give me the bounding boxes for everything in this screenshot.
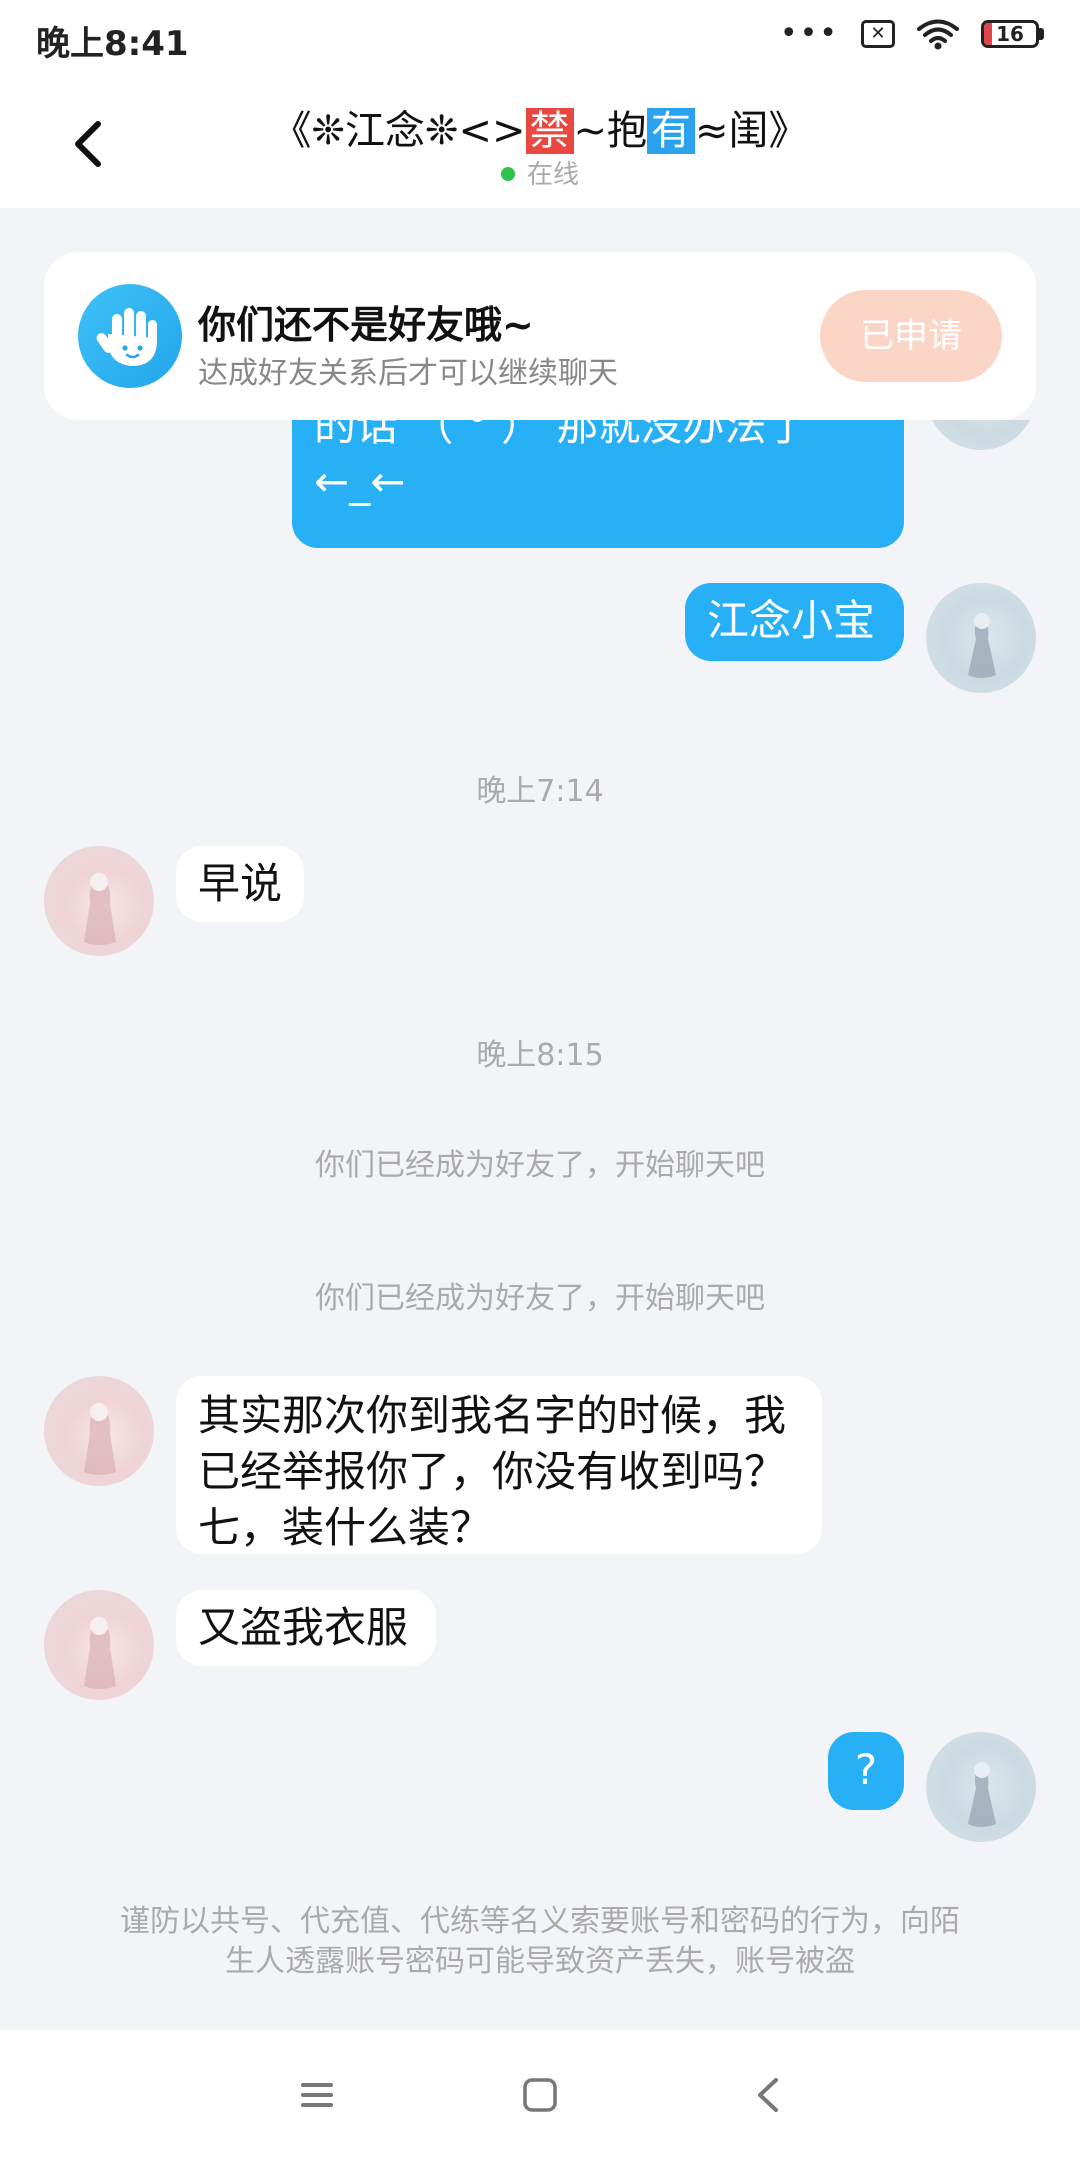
title-tag-blue: 有 [647,108,696,154]
friend-notice-card: 你们还不是好友哦~ 达成好友关系后才可以继续聊天 已申请 [44,252,1036,420]
my-avatar[interactable] [926,583,1036,693]
home-square-icon[interactable] [515,2070,565,2120]
waving-hand-icon [78,284,182,388]
chat-header: 《❊江念❊<> 禁 ~抱有 ≈闺》 在线 [0,80,1080,208]
message-text: 的话 （ ° ） 那就没办法了 [314,420,809,450]
title-middle: ~抱 [573,108,648,154]
chat-title[interactable]: 《❊江念❊<> 禁 ~抱有 ≈闺》 [200,98,880,156]
status-time: 晚上8:41 [36,24,189,64]
message-bubble-incoming[interactable]: 其实那次你到我名字的时候，我 已经举报你了，你没有收到吗？ 七，装什么装？ [176,1376,822,1554]
battery-level: 16 [996,22,1024,46]
my-avatar[interactable] [926,1732,1036,1842]
battery-icon: 16 [981,20,1044,48]
online-dot-icon [500,166,515,181]
no-sim-icon: ✕ [861,20,895,48]
wifi-icon [917,19,959,50]
my-avatar[interactable] [926,420,1036,450]
message-text: ←_← [314,457,406,506]
warning-line: 谨防以共号、代充值、代练等名义索要账号和密码的行为，向陌 [120,1904,960,1939]
status-bar: 晚上8:41 ••• ✕ 16 [0,0,1080,80]
title-suffix: ≈闺》 [695,108,809,154]
status-icons: ••• ✕ 16 [780,18,1044,50]
title-prefix: 《❊江念❊<> [271,108,526,154]
message-bubble-incoming[interactable]: 又盗我衣服 [176,1590,436,1666]
contact-avatar[interactable] [44,1376,154,1486]
title-tag-red: 禁 [525,108,574,154]
back-triangle-icon[interactable] [744,2070,794,2120]
contact-avatar[interactable] [44,846,154,956]
timestamp: 晚上8:15 [476,1038,604,1073]
security-warning: 谨防以共号、代充值、代练等名义索要账号和密码的行为，向陌 生人透露账号密码可能导… [80,1902,1000,1982]
notice-title: 你们还不是好友哦~ [198,303,534,347]
message-bubble-outgoing[interactable]: ? [828,1732,904,1810]
applied-button[interactable]: 已申请 [820,290,1002,382]
message-bubble-incoming[interactable]: 早说 [176,846,304,922]
message-text: 七，装什么装？ [198,1503,493,1552]
contact-avatar[interactable] [44,1590,154,1700]
presence-status: 在线 [0,154,1080,191]
message-bubble-outgoing[interactable]: 江念小宝 [685,583,904,661]
notice-subtitle: 达成好友关系后才可以继续聊天 [198,356,618,391]
message-text: 已经举报你了，你没有收到吗？ [198,1447,787,1496]
warning-line: 生人透露账号密码可能导致资产丢失，账号被盗 [225,1944,855,1979]
message-text: 其实那次你到我名字的时候，我 [198,1391,787,1440]
timestamp: 晚上7:14 [476,774,604,809]
presence-label: 在线 [526,160,579,190]
menu-icon[interactable] [292,2070,342,2120]
message-list[interactable]: 的话 （ ° ） 那就没办法了 ←_← 江念小宝 晚上7:14 早说 晚上8:1… [0,420,1080,2030]
system-message: 你们已经成为好友了，开始聊天吧 [315,1281,765,1316]
more-notifications-icon: ••• [779,16,839,51]
system-navigation-bar [0,2030,1080,2160]
message-bubble-outgoing[interactable]: 的话 （ ° ） 那就没办法了 ←_← [292,420,904,548]
system-message: 你们已经成为好友了，开始聊天吧 [315,1148,765,1183]
